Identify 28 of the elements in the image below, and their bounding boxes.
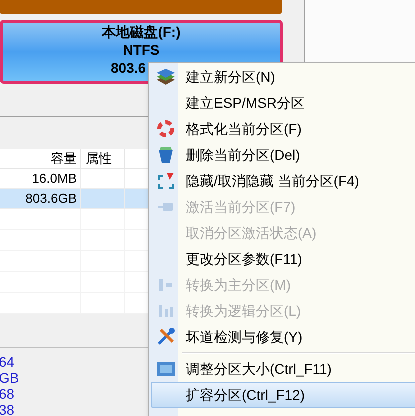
table-cell: 803.6GB bbox=[0, 189, 81, 208]
menu-item[interactable]: 更改分区参数(F11) bbox=[151, 246, 415, 272]
partition-size: 803.6 bbox=[111, 59, 146, 77]
table-row[interactable]: 803.6GB bbox=[0, 189, 148, 209]
menu-item[interactable]: 调整分区大小(Ctrl_F11) bbox=[151, 356, 415, 382]
partition-name: 本地磁盘(F:) bbox=[102, 23, 181, 41]
menu-item[interactable]: 隐藏/取消隐藏 当前分区(F4) bbox=[151, 168, 415, 194]
plug-icon bbox=[156, 200, 174, 214]
lifebuoy-icon bbox=[156, 120, 174, 138]
layers-icon bbox=[156, 68, 176, 86]
menu-item[interactable]: 扩容分区(Ctrl_F12) bbox=[151, 382, 415, 408]
convert-icon bbox=[156, 277, 174, 293]
corners-flag-icon bbox=[156, 172, 174, 190]
trash-bin-icon bbox=[158, 146, 174, 164]
column-header[interactable]: 容量 bbox=[0, 149, 81, 168]
filesystem-label: NTFS bbox=[123, 41, 160, 59]
info-value: 64 bbox=[0, 354, 16, 370]
menu-item[interactable]: 坏道检测与修复(Y) bbox=[151, 324, 415, 350]
resize-icon bbox=[156, 361, 176, 377]
table-cell: 16.0MB bbox=[0, 169, 81, 188]
menu-item[interactable]: 删除当前分区(Del) bbox=[151, 142, 415, 168]
info-value: GB bbox=[0, 370, 20, 386]
convert-icon bbox=[156, 303, 174, 319]
column-header[interactable]: 属性 bbox=[81, 149, 125, 168]
info-value: 68 bbox=[0, 386, 16, 402]
menu-item[interactable]: 格式化当前分区(F) bbox=[151, 116, 415, 142]
tools-icon bbox=[156, 327, 176, 347]
menu-item[interactable]: 建立ESP/MSR分区 bbox=[151, 90, 415, 116]
